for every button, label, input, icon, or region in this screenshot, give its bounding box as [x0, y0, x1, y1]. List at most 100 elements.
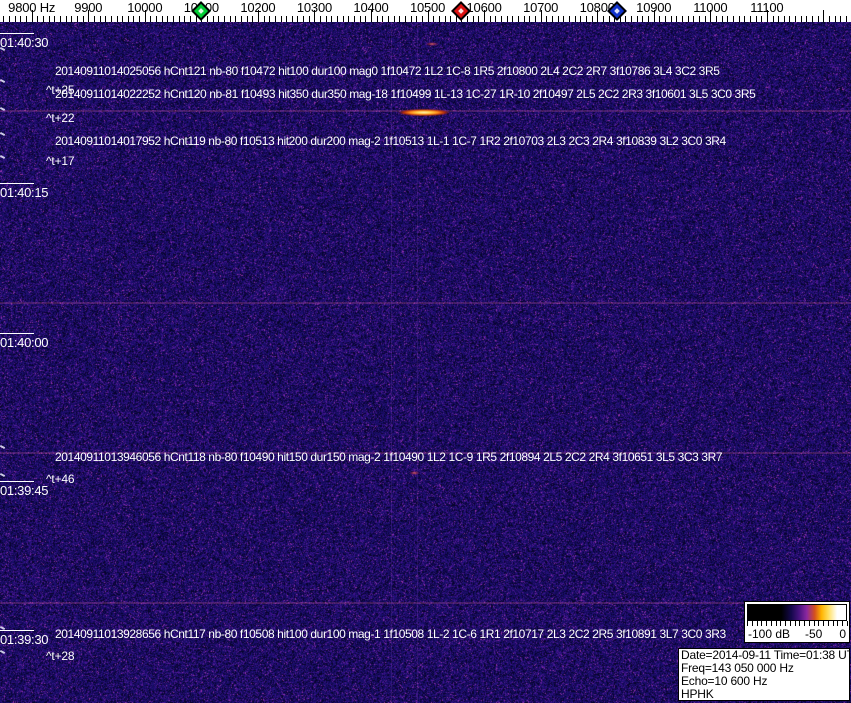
ruler-tick — [642, 16, 643, 22]
ruler-tick — [3, 16, 4, 22]
ruler-tick — [501, 16, 502, 22]
ruler-tick — [348, 16, 349, 22]
ruler-tick — [394, 16, 395, 22]
ruler-tick — [812, 16, 813, 22]
legend-label-max: 0 — [839, 627, 846, 641]
ruler-tick — [275, 16, 276, 22]
ruler-tick — [552, 16, 553, 22]
ruler-tick — [360, 16, 361, 22]
ruler-tick — [54, 16, 55, 22]
ruler-tick — [592, 16, 593, 22]
ruler-tick — [693, 16, 694, 22]
detection-log-line: 20140911013946056 hCnt118 nb-80 f10490 h… — [55, 450, 722, 464]
legend-tick — [814, 621, 815, 626]
legend-tick — [842, 621, 843, 626]
ruler-tick — [83, 16, 84, 22]
ruler-tick — [235, 16, 236, 22]
ruler-frequency-label: 10500 — [410, 0, 445, 15]
ruler-frequency-label: 10600 — [467, 0, 502, 15]
ruler-tick — [784, 16, 785, 22]
status-info-box: Date=2014-09-11 Time=01:38 UTC Freq=143 … — [678, 648, 850, 701]
event-time-marker: ^t+28 — [46, 649, 74, 663]
ruler-tick — [546, 16, 547, 22]
ruler-tick — [416, 16, 417, 22]
ruler-tick — [184, 16, 185, 22]
ruler-tick — [625, 16, 626, 22]
ruler-tick — [705, 16, 706, 22]
ruler-tick — [773, 16, 774, 22]
ruler-tick — [433, 16, 434, 22]
ruler-tick — [727, 16, 728, 22]
marker-center-dot — [199, 8, 205, 14]
ruler-tick — [575, 16, 576, 22]
ruler-tick — [733, 16, 734, 22]
info-station-code: HPHK — [681, 688, 847, 701]
ruler-tick — [167, 16, 168, 22]
ruler-tick — [9, 16, 10, 22]
ruler-tick — [835, 16, 836, 22]
ruler-tick — [139, 16, 140, 22]
ruler-tick — [722, 16, 723, 22]
ruler-tick — [331, 16, 332, 22]
ruler-tick — [26, 16, 27, 22]
ruler-tick — [840, 16, 841, 22]
legend-tick — [790, 621, 791, 626]
ruler-tick — [756, 16, 757, 22]
ruler-tick — [399, 16, 400, 22]
ruler-tick — [100, 16, 101, 22]
ruler-tick — [320, 16, 321, 22]
ruler-tick — [716, 16, 717, 22]
ruler-tick — [558, 16, 559, 22]
ruler-tick — [150, 16, 151, 22]
spectrogram-noise-canvas — [0, 0, 851, 703]
ruler-tick — [795, 16, 796, 22]
legend-tick — [785, 621, 786, 626]
ruler-tick — [535, 16, 536, 22]
ruler-tick — [213, 16, 214, 22]
ruler-tick — [264, 16, 265, 22]
ruler-tick — [20, 16, 21, 22]
ruler-tick — [761, 16, 762, 22]
ruler-tick — [473, 16, 474, 22]
ruler-tick — [117, 16, 118, 22]
ruler-tick — [586, 16, 587, 22]
marker-center-dot — [614, 8, 620, 14]
ruler-tick — [156, 16, 157, 22]
legend-tick — [837, 621, 838, 626]
ruler-tick — [603, 16, 604, 22]
legend-label-mid: -50 — [805, 627, 822, 641]
event-time-marker: ^t+17 — [46, 154, 74, 168]
ruler-tick — [128, 16, 129, 22]
ruler-tick — [94, 16, 95, 22]
ruler-tick — [846, 16, 847, 22]
ruler-tick — [292, 16, 293, 22]
ruler-tick — [247, 16, 248, 22]
legend-labels: -100 dB -50 0 — [748, 627, 846, 641]
legend-label-min: -100 dB — [748, 627, 790, 641]
legend-tick — [757, 621, 758, 626]
detection-log-line: 20140911013928656 hCnt117 nb-80 f10508 h… — [55, 627, 726, 641]
ruler-tick — [631, 16, 632, 22]
ruler-tick — [207, 16, 208, 22]
legend-tick — [747, 621, 748, 626]
event-time-marker: ^t+25 — [46, 83, 74, 97]
ruler-frequency-label: 9900 — [74, 0, 102, 15]
ruler-tick — [122, 16, 123, 22]
ruler-tick — [49, 16, 50, 22]
ruler-tick — [252, 16, 253, 22]
legend-tick — [766, 621, 767, 626]
ruler-tick — [286, 16, 287, 22]
ruler-tick — [365, 16, 366, 22]
legend-tick — [833, 621, 834, 626]
ruler-tick — [297, 16, 298, 22]
meteor-spectrogram-app: 20140911014025056 hCnt121 nb-80 f10472 h… — [0, 0, 851, 703]
ruler-frequency-label: 10700 — [523, 0, 558, 15]
ruler-frequency-label: 10400 — [353, 0, 388, 15]
db-color-scale: -100 dB -50 0 — [744, 601, 850, 643]
marker-center-dot — [459, 8, 465, 14]
ruler-tick — [682, 16, 683, 22]
ruler-tick — [218, 16, 219, 22]
ruler-tick — [688, 16, 689, 22]
ruler-tick — [388, 16, 389, 22]
ruler-tick — [450, 16, 451, 22]
